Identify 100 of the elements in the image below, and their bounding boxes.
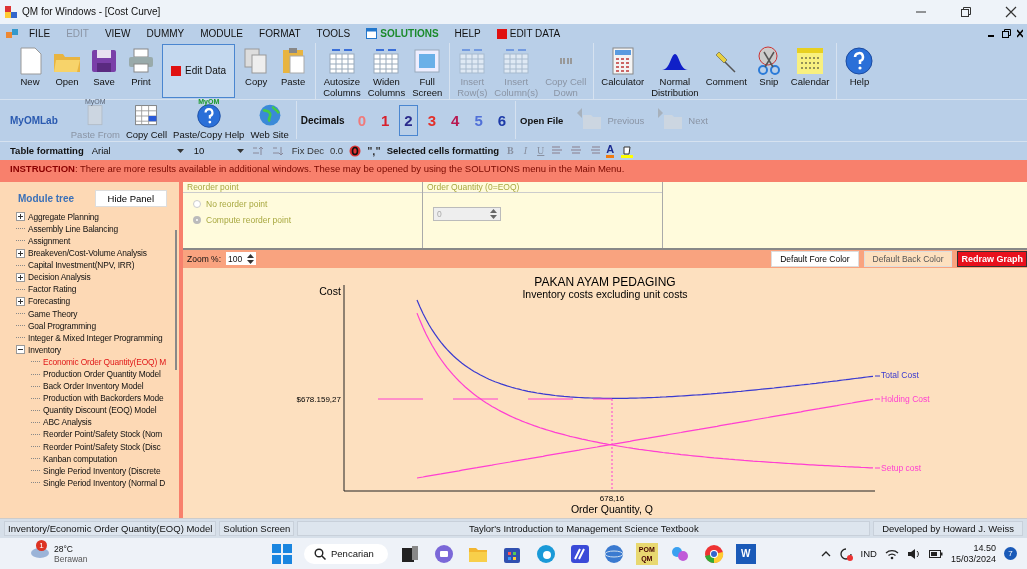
button-label: Web Site bbox=[250, 128, 289, 140]
menu-item[interactable]: MODULE bbox=[193, 26, 251, 41]
toolbar-button[interactable]: Normal Distribution bbox=[648, 43, 702, 99]
tree-item[interactable]: Back Order Inventory Model bbox=[43, 381, 144, 392]
tree-item[interactable]: Reorder Point/Safety Stock (Nom bbox=[43, 429, 163, 440]
language-indicator[interactable]: IND bbox=[860, 548, 877, 560]
tree-item[interactable]: Goal Programming bbox=[28, 320, 96, 331]
tree-item[interactable]: Kanban computation bbox=[43, 453, 118, 464]
toolbar-button[interactable]: Snip bbox=[750, 43, 787, 99]
edit-data-button[interactable]: Edit Data bbox=[162, 44, 236, 98]
toolbar-button[interactable]: Copy Cell bbox=[122, 100, 171, 140]
help-icon bbox=[844, 46, 875, 77]
font-size-dropdown[interactable]: 10 bbox=[191, 145, 246, 157]
align-left-icon bbox=[552, 145, 565, 156]
sync-icon bbox=[838, 546, 853, 561]
weather-condition-text: Berawan bbox=[54, 553, 88, 564]
toolbar-button[interactable]: Web Site bbox=[247, 100, 292, 140]
tree-item[interactable]: Assignment bbox=[28, 235, 71, 246]
graph-button[interactable]: Default Back Color bbox=[863, 250, 953, 267]
fix-decimals-button[interactable]: Fix Dec bbox=[291, 145, 324, 157]
menu-item[interactable]: HELP bbox=[447, 26, 488, 41]
tree-item[interactable]: Integer & Mixed Integer Programming bbox=[28, 332, 163, 343]
collapse-icon[interactable] bbox=[16, 345, 25, 355]
tree-item[interactable]: Assembly Line Balancing bbox=[28, 223, 119, 234]
toolbar-button[interactable]: Calendar bbox=[787, 43, 833, 99]
decimals-option[interactable]: 2 bbox=[399, 104, 418, 136]
dropdown-arrow-icon bbox=[236, 148, 244, 153]
expand-icon[interactable] bbox=[16, 272, 25, 282]
align-right-icon bbox=[588, 145, 601, 156]
decimals-option[interactable]: 6 bbox=[492, 104, 512, 136]
tree-item[interactable]: Production Order Quantity Model bbox=[43, 369, 161, 379]
toolbar-button[interactable]: Help bbox=[841, 43, 878, 99]
menu-item[interactable]: EDIT DATA bbox=[489, 26, 568, 41]
taskbar-app[interactable]: W bbox=[735, 543, 756, 564]
graph-button[interactable]: Default Fore Color bbox=[771, 250, 859, 267]
grid-icon bbox=[501, 46, 532, 77]
toolbar-button[interactable]: Widen Columns bbox=[364, 43, 409, 99]
tree-item[interactable]: Decision Analysis bbox=[28, 272, 91, 283]
status-text: Developed by Howard J. Weiss bbox=[873, 521, 1023, 537]
toolbar-button[interactable]: Print bbox=[123, 43, 159, 99]
tree-item[interactable]: Production with Backorders Mode bbox=[43, 393, 164, 404]
menu-item[interactable]: DUMMY bbox=[139, 26, 192, 41]
toolbar-button[interactable]: Open bbox=[49, 43, 85, 99]
search-icon bbox=[314, 547, 326, 560]
tree-item[interactable]: Aggregate Planning bbox=[28, 211, 99, 222]
zoom-label: Zoom %: bbox=[187, 253, 221, 264]
instruction-text: INSTRUCTION: There are more results available in additional windows. These may be opened by using the SOLUTIONS menu in the Main Menu. bbox=[0, 159, 1027, 178]
toolbar-button[interactable]: Open File bbox=[520, 114, 572, 126]
chart-subtitle: Inventory costs excluding unit costs bbox=[522, 287, 688, 300]
menu-item[interactable]: FORMAT bbox=[252, 26, 308, 41]
calendar-icon bbox=[795, 46, 826, 77]
menu-item[interactable]: FILE bbox=[22, 26, 58, 41]
tree-item[interactable]: Breakeven/Cost-Volume Analysis bbox=[28, 248, 147, 259]
expand-icon[interactable] bbox=[16, 212, 25, 222]
status-text: Inventory/Economic Order Quantity(EOQ) Model bbox=[4, 521, 217, 537]
quote-icon bbox=[559, 58, 572, 65]
button-label: Copy Cell bbox=[125, 128, 168, 140]
myomlab-link[interactable]: MyOMLab bbox=[8, 114, 68, 126]
toolbar-button[interactable]: New bbox=[12, 43, 48, 99]
spinner-arrows-icon bbox=[247, 253, 255, 264]
toolbar-button[interactable]: Paste bbox=[275, 43, 312, 99]
zero-circle-icon bbox=[349, 144, 362, 157]
tree-item[interactable]: Economic Order Quantity(EOQ) M bbox=[43, 356, 167, 367]
start-icon[interactable] bbox=[270, 541, 294, 566]
tree-item[interactable]: Game Theory bbox=[28, 308, 78, 319]
menu-item[interactable]: TOOLS bbox=[309, 26, 358, 41]
graph-button[interactable]: Redraw Graph bbox=[957, 250, 1027, 267]
tree-item[interactable]: Single Period Inventory (Normal D bbox=[43, 477, 166, 488]
tree-item[interactable]: Factor Rating bbox=[28, 284, 77, 295]
tree-item[interactable]: Inventory bbox=[28, 344, 62, 355]
notification-badge[interactable]: 7 bbox=[1004, 547, 1017, 561]
tree-item[interactable]: Single Period Inventory (Discrete bbox=[43, 465, 161, 476]
search-field[interactable]: Pencarian bbox=[304, 543, 388, 564]
toolbar-button[interactable]: Save bbox=[86, 43, 122, 99]
tree-item[interactable]: Forecasting bbox=[28, 296, 71, 307]
align-center-icon bbox=[570, 145, 583, 156]
toolbar-button[interactable]: Calculator bbox=[598, 43, 648, 99]
decimals-option[interactable]: 4 bbox=[446, 104, 465, 136]
zoom-field[interactable]: 100 bbox=[226, 252, 257, 266]
expand-icon[interactable] bbox=[16, 248, 25, 258]
tree-item[interactable]: Quantity Discount (EOQ) Model bbox=[43, 405, 157, 416]
scrollbar[interactable] bbox=[175, 229, 177, 370]
decimal-format-button[interactable]: 0.0 bbox=[329, 145, 344, 157]
dropdown-arrow-icon bbox=[176, 148, 184, 153]
font-dropdown[interactable]: Arial bbox=[89, 145, 186, 157]
expand-icon[interactable] bbox=[16, 296, 25, 306]
group-legend: Reorder point bbox=[183, 181, 422, 193]
tree-item[interactable]: ABC Analysis bbox=[43, 417, 92, 428]
toolbar-button[interactable]: Comment bbox=[702, 43, 750, 99]
tree-item[interactable]: Capital Investment(NPV, IRR) bbox=[28, 260, 135, 271]
font-color-button[interactable]: A bbox=[606, 143, 615, 158]
toolbar-button[interactable]: Full Screen bbox=[409, 43, 446, 99]
toolbar-button[interactable]: Copy bbox=[238, 43, 275, 99]
toolbar-button[interactable]: Autosize Columns bbox=[320, 43, 364, 99]
tree-item[interactable]: Reorder Point/Safety Stock (Disc bbox=[43, 441, 161, 452]
hide-panel-button[interactable]: Hide Panel bbox=[94, 189, 167, 207]
comma-format-button[interactable]: "," bbox=[367, 144, 381, 157]
grid-icon bbox=[457, 46, 488, 77]
temperature-text: 28°C bbox=[54, 543, 74, 554]
menu-item[interactable]: VIEW bbox=[97, 26, 138, 41]
